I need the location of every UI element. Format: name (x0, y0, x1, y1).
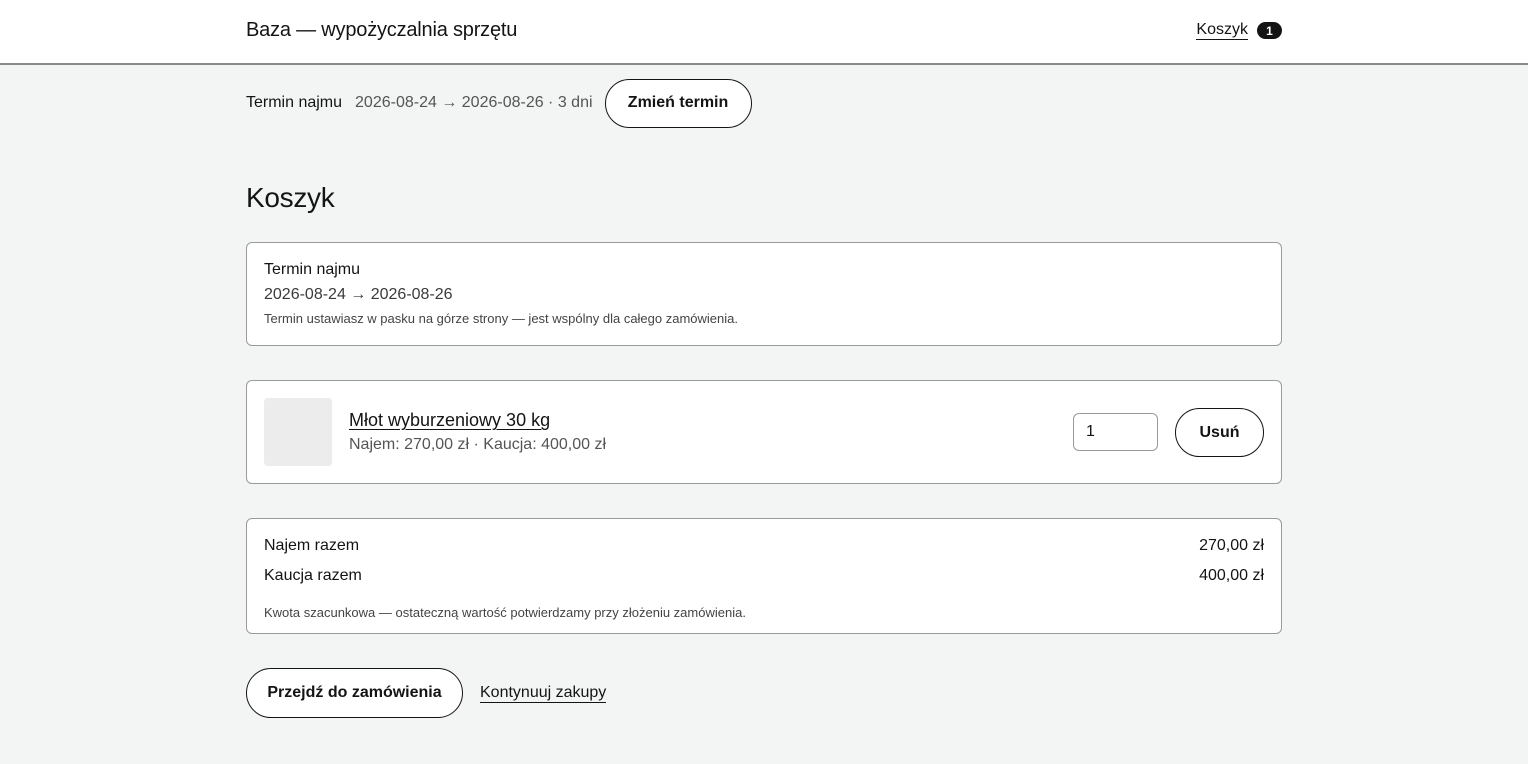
rental-date-bar: Termin najmu 2026-08-24 → 2026-08-26 · 3… (246, 78, 752, 128)
deposit-total-row: Kaucja razem 400,00 zł (264, 567, 1264, 597)
cart-count-badge: 1 (1257, 22, 1282, 39)
term-card-note: Termin ustawiasz w pasku na górze strony… (264, 311, 738, 326)
rental-term-card: Termin najmu 2026-08-24 → 2026-08-26 Ter… (246, 242, 1282, 346)
deposit-total-value: 400,00 zł (1199, 567, 1264, 584)
product-name-link[interactable]: Młot wyburzeniowy 30 kg (349, 410, 550, 431)
order-summary-card: Najem razem 270,00 zł Kaucja razem 400,0… (246, 518, 1282, 634)
rental-total-label: Najem razem (264, 537, 360, 554)
summary-note: Kwota szacunkowa — ostateczną wartość po… (264, 605, 746, 620)
rental-total-row: Najem razem 270,00 zł (264, 537, 1264, 567)
rental-total-value: 270,00 zł (1199, 537, 1264, 554)
quantity-input[interactable] (1073, 413, 1158, 451)
top-bar: Baza — wypożyczalnia sprzętu Koszyk 1 (0, 0, 1528, 65)
cart-link[interactable]: Koszyk (1196, 21, 1248, 40)
page-title: Koszyk (246, 182, 335, 213)
cart-actions: Przejdź do zamówienia Kontynuuj zakupy (246, 668, 607, 718)
product-thumbnail (264, 398, 332, 466)
term-card-title: Termin najmu (264, 261, 361, 278)
term-card-range: 2026-08-24 → 2026-08-26 (264, 286, 453, 303)
brand-title: Baza — wypożyczalnia sprzętu (246, 19, 518, 41)
change-date-button[interactable]: Zmień termin (604, 78, 752, 128)
cart-nav: Koszyk 1 (1196, 21, 1282, 40)
cart-item: Młot wyburzeniowy 30 kg Najem: 270,00 zł… (246, 380, 1282, 484)
deposit-total-label: Kaucja razem (264, 567, 362, 584)
product-prices: Najem: 270,00 zł · Kaucja: 400,00 zł (349, 436, 607, 453)
remove-item-button[interactable]: Usuń (1175, 408, 1264, 457)
rental-date-range: 2026-08-24 → 2026-08-26 · 3 dni (355, 94, 593, 111)
rental-date-label: Termin najmu (246, 94, 343, 111)
continue-shopping-link[interactable]: Kontynuuj zakupy (480, 684, 607, 703)
checkout-button[interactable]: Przejdź do zamówienia (246, 668, 463, 718)
